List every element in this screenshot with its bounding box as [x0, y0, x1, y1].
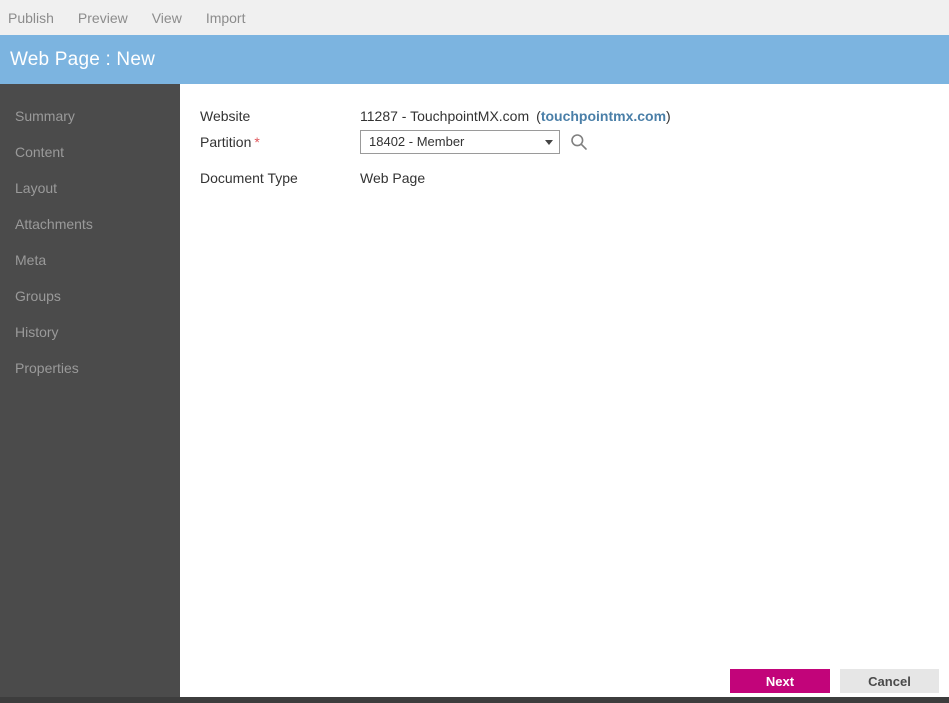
sidebar-item-layout[interactable]: Layout: [0, 170, 180, 206]
main-content-panel: Website 11287 - TouchpointMX.com (touchpo…: [180, 84, 949, 697]
page-title: Web Page : New: [10, 48, 156, 70]
menu-item-import[interactable]: Import: [206, 11, 246, 25]
partition-select[interactable]: 18402 - Member: [360, 130, 560, 154]
document-type-field-row: Document Type Web Page: [200, 167, 425, 189]
paren-close: ): [666, 108, 671, 124]
website-field-row: Website 11287 - TouchpointMX.com (touchpo…: [200, 105, 671, 127]
menu-item-view[interactable]: View: [152, 11, 182, 25]
partition-select-wrapper: 18402 - Member: [360, 130, 560, 154]
sidebar-item-properties[interactable]: Properties: [0, 350, 180, 386]
menu-item-publish[interactable]: Publish: [8, 11, 54, 25]
document-type-value: Web Page: [360, 170, 426, 186]
partition-label: Partition *: [200, 134, 360, 150]
sidebar-item-content[interactable]: Content: [0, 134, 180, 170]
website-value: 11287 - TouchpointMX.com (touchpointmx.co…: [360, 108, 671, 124]
form-footer: Next Cancel: [180, 669, 949, 697]
website-label: Website: [200, 108, 251, 124]
bottom-divider: [0, 697, 949, 703]
website-domain-link[interactable]: touchpointmx.com: [541, 108, 666, 124]
required-asterisk: *: [254, 134, 260, 150]
sidebar-item-history[interactable]: History: [0, 314, 180, 350]
cancel-button[interactable]: Cancel: [840, 669, 939, 693]
sidebar-navigation: Summary Content Layout Attachments Meta …: [0, 84, 180, 697]
sidebar-item-summary[interactable]: Summary: [0, 98, 180, 134]
next-button[interactable]: Next: [730, 669, 830, 693]
partition-label-text: Partition: [200, 134, 252, 150]
menu-item-preview[interactable]: Preview: [78, 11, 128, 25]
top-menu-bar: Publish Preview View Import: [0, 0, 949, 35]
sidebar-item-groups[interactable]: Groups: [0, 278, 180, 314]
sidebar-item-meta[interactable]: Meta: [0, 242, 180, 278]
sidebar-item-attachments[interactable]: Attachments: [0, 206, 180, 242]
search-icon[interactable]: [570, 133, 588, 151]
website-name: 11287 - TouchpointMX.com: [360, 108, 530, 124]
partition-field-row: Partition * 18402 - Member: [200, 128, 588, 156]
page-header-bar: Web Page : New: [0, 35, 949, 84]
document-type-label: Document Type: [200, 170, 298, 186]
